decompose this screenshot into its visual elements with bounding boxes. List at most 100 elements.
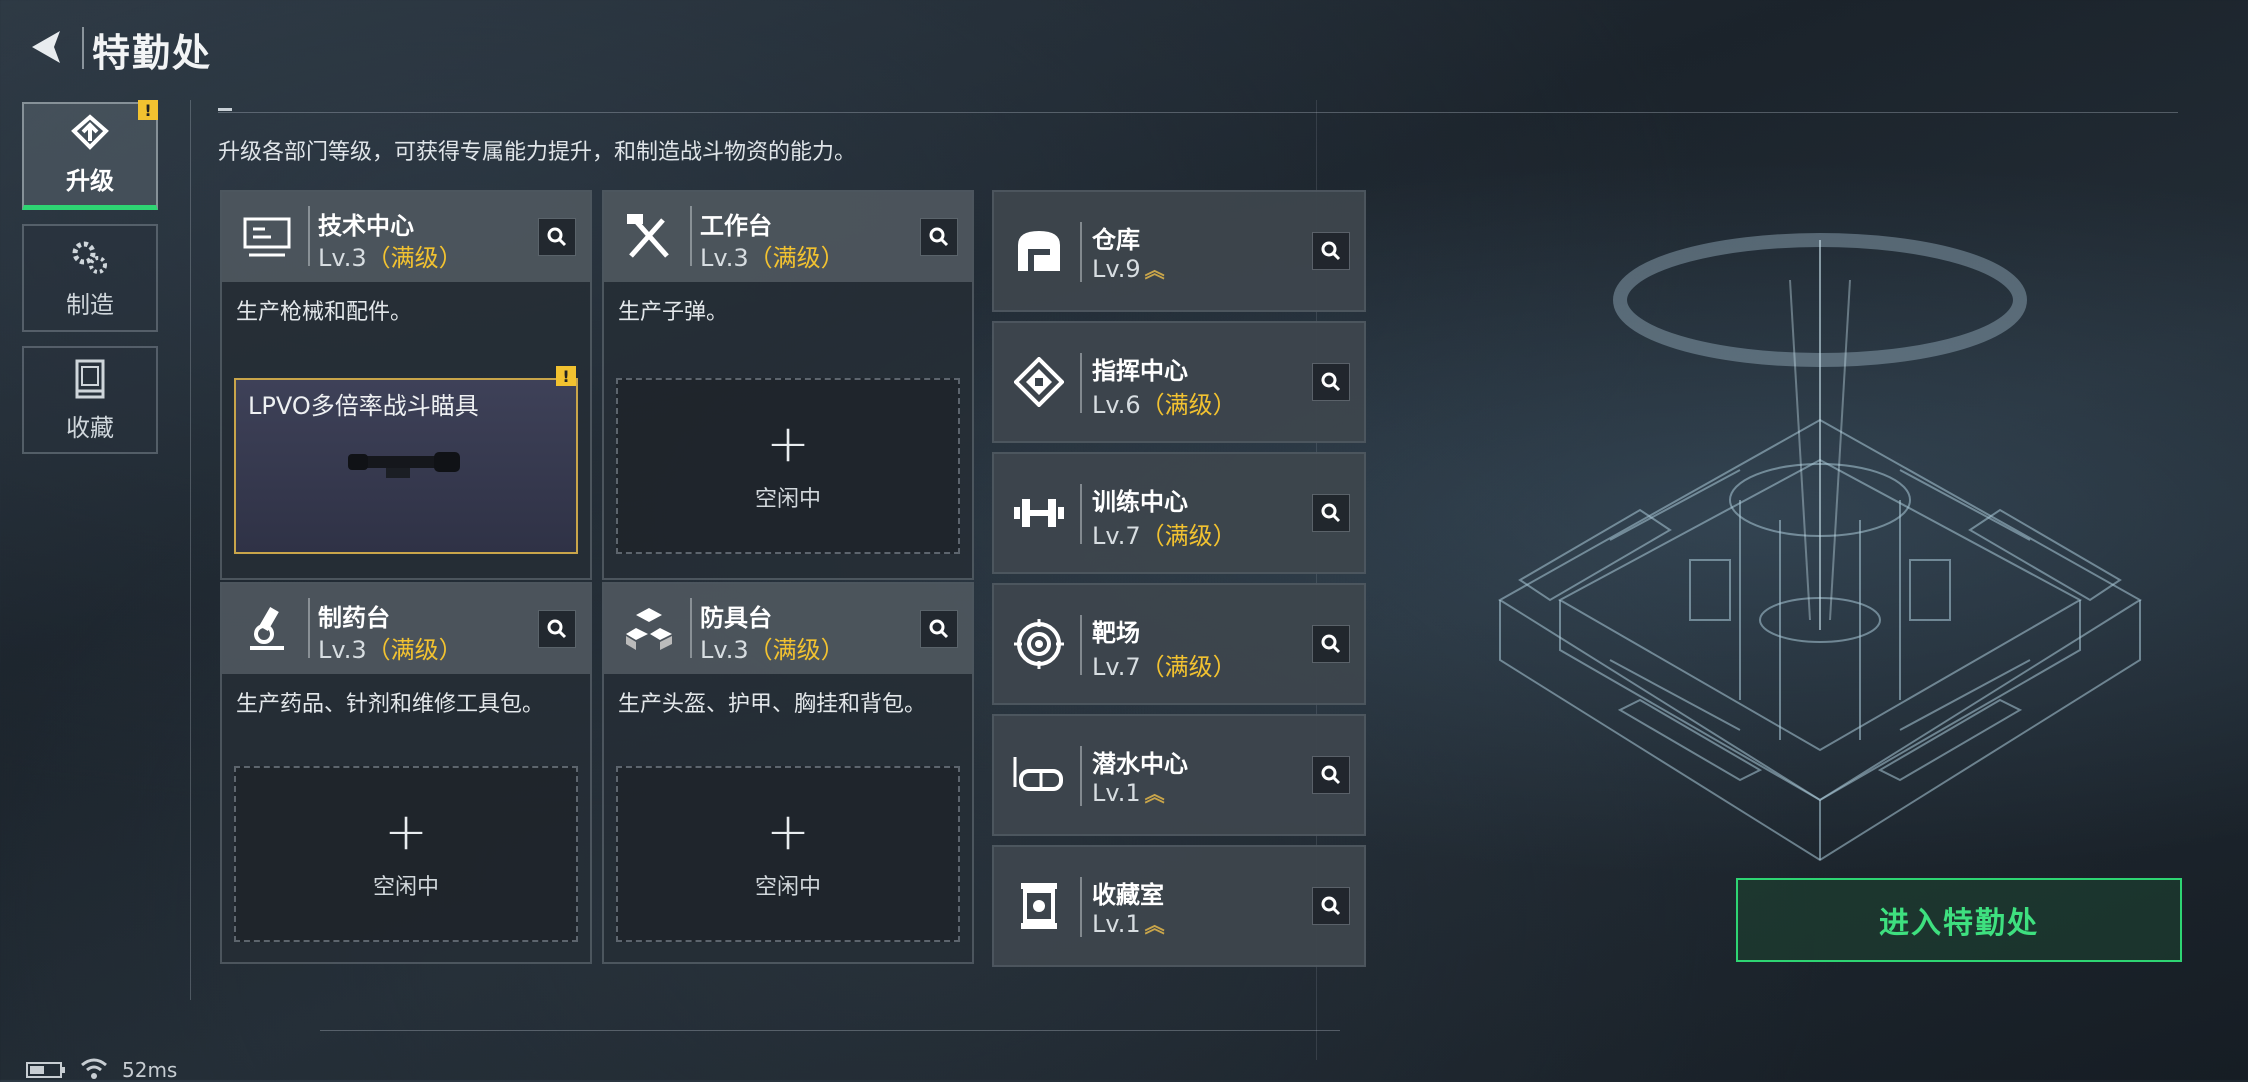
card-divider: [1080, 877, 1082, 937]
add-icon: +: [384, 802, 428, 862]
inspect-button[interactable]: [920, 610, 958, 648]
facility-name: 仓库: [1092, 226, 1140, 254]
battery-icon: [26, 1062, 65, 1078]
level-value: Lv.6: [1092, 391, 1141, 419]
inspect-button[interactable]: [1312, 887, 1350, 925]
search-icon: [1321, 765, 1341, 785]
card-divider: [308, 206, 310, 266]
command-icon: [1008, 351, 1070, 413]
production-slot[interactable]: + 空闲中: [616, 378, 960, 554]
title-divider: [82, 27, 84, 69]
level-value: Lv.3: [318, 244, 367, 272]
inspect-button[interactable]: [538, 218, 576, 256]
upgrade-alert-badge: !: [138, 100, 158, 120]
workshop-name: 工作台: [700, 212, 772, 240]
production-slot[interactable]: + 空闲中: [234, 766, 578, 942]
upgrade-available-icon: ︽: [1144, 782, 1165, 806]
search-icon: [547, 619, 567, 639]
level-value: Lv.3: [700, 244, 749, 272]
level-value: Lv.9: [1092, 255, 1141, 283]
tab-craft[interactable]: 制造: [22, 224, 158, 332]
search-icon: [929, 227, 949, 247]
inspect-button[interactable]: [1312, 232, 1350, 270]
slot-alert-badge: !: [556, 366, 576, 386]
facility-level: Lv.1 ︽: [1092, 909, 1165, 938]
level-value: Lv.1: [1092, 779, 1141, 807]
workshop-card-pharmacy[interactable]: 制药台 Lv.3（满级） 生产药品、针剂和维修工具包。 + 空闲中: [220, 582, 592, 964]
level-max-note: （满级）: [1140, 653, 1237, 681]
facility-name: 训练中心: [1092, 488, 1188, 516]
back-button[interactable]: [20, 22, 70, 72]
search-icon: [1321, 241, 1341, 261]
workshop-level: Lv.3（满级）: [700, 630, 845, 665]
inspect-button[interactable]: [1312, 625, 1350, 663]
armor-blocks-icon: [618, 598, 680, 660]
workshop-level: Lv.3（满级）: [318, 630, 463, 665]
production-slot[interactable]: LPVO多倍率战斗瞄具: [234, 378, 578, 554]
enter-button-label: 进入特勤处: [1879, 906, 2039, 941]
page-title: 特勤处: [92, 31, 213, 75]
level-value: Lv.1: [1092, 910, 1141, 938]
level-max-note: （满级）: [1140, 522, 1237, 550]
tab-collection[interactable]: 收藏: [22, 346, 158, 454]
card-divider: [1080, 353, 1082, 413]
add-icon: +: [766, 802, 810, 862]
card-divider: [1080, 746, 1082, 806]
level-max-note: （满级）: [748, 244, 845, 272]
slot-status: 空闲中: [372, 875, 439, 900]
workshop-card-tech-center[interactable]: 技术中心 Lv.3（满级） 生产枪械和配件。 LPVO多倍率战斗瞄具: [220, 190, 592, 580]
facility-name: 指挥中心: [1092, 357, 1188, 385]
facility-command-center[interactable]: 指挥中心 Lv.6（满级）: [992, 321, 1366, 443]
search-icon: [1321, 372, 1341, 392]
facility-collection-room[interactable]: 收藏室 Lv.1 ︽: [992, 845, 1366, 967]
inspect-button[interactable]: [1312, 363, 1350, 401]
level-value: Lv.3: [318, 636, 367, 664]
inspect-button[interactable]: [1312, 756, 1350, 794]
tools-icon: [618, 206, 680, 268]
inspect-button[interactable]: [1312, 494, 1350, 532]
workshop-description: 生产子弹。: [618, 300, 729, 325]
level-max-note: （满级）: [366, 636, 463, 664]
upgrade-icon: [71, 114, 109, 150]
facility-warehouse[interactable]: 仓库 Lv.9 ︽: [992, 190, 1366, 312]
search-icon: [929, 619, 949, 639]
gears-icon: [72, 241, 107, 274]
tab-upgrade-label: 升级: [66, 167, 114, 195]
workshop-description: 生产药品、针剂和维修工具包。: [236, 692, 545, 717]
inspect-button[interactable]: [920, 218, 958, 256]
card-divider: [1080, 484, 1082, 544]
warehouse-icon: [1008, 220, 1070, 282]
facility-name: 潜水中心: [1092, 750, 1188, 778]
target-icon: [1008, 613, 1070, 675]
level-max-note: （满级）: [1140, 391, 1237, 419]
slot-status: 空闲中: [754, 487, 821, 512]
collection-icon: [75, 359, 105, 398]
inspect-button[interactable]: [538, 610, 576, 648]
ping-readout: 52ms: [122, 1058, 178, 1082]
microscope-icon: [236, 598, 298, 660]
facility-level: Lv.7（满级）: [1092, 647, 1237, 682]
workshop-description: 生产头盔、护甲、胸挂和背包。: [618, 692, 927, 717]
scope-item-image: [348, 452, 460, 478]
production-slot[interactable]: + 空闲中: [616, 766, 960, 942]
card-divider: [690, 206, 692, 266]
facility-level: Lv.6（满级）: [1092, 385, 1237, 420]
enter-special-ops-button[interactable]: 进入特勤处: [1736, 878, 2182, 962]
search-icon: [1321, 634, 1341, 654]
workshop-card-workbench[interactable]: 工作台 Lv.3（满级） 生产子弹。 + 空闲中: [602, 190, 974, 580]
level-value: Lv.3: [700, 636, 749, 664]
facility-diving-center[interactable]: 潜水中心 Lv.1 ︽: [992, 714, 1366, 836]
card-divider: [308, 598, 310, 658]
upgrade-available-icon: ︽: [1144, 913, 1165, 937]
workshop-card-armor[interactable]: 防具台 Lv.3（满级） 生产头盔、护甲、胸挂和背包。 + 空闲中: [602, 582, 974, 964]
card-divider: [1080, 615, 1082, 675]
diving-mask-icon: [1008, 744, 1070, 806]
back-arrow-icon: [32, 31, 60, 63]
level-max-note: （满级）: [748, 636, 845, 664]
facility-shooting-range[interactable]: 靶场 Lv.7（满级）: [992, 583, 1366, 705]
upgrade-available-icon: ︽: [1144, 258, 1165, 282]
facility-training-center[interactable]: 训练中心 Lv.7（满级）: [992, 452, 1366, 574]
workshop-name: 技术中心: [318, 212, 414, 240]
tab-craft-label: 制造: [66, 290, 114, 319]
slot-status: 空闲中: [754, 875, 821, 900]
